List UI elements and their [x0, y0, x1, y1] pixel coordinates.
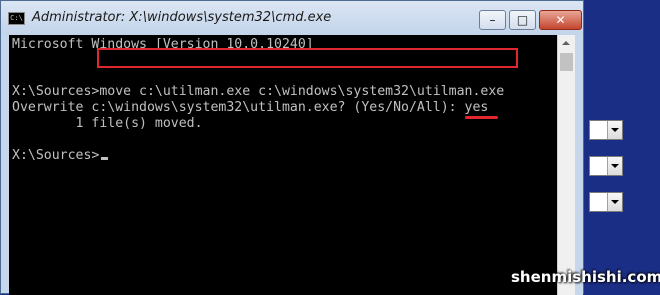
console-line: Overwrite c:\windows\system32\utilman.ex… [12, 100, 489, 115]
minimize-button[interactable]: – [479, 10, 506, 30]
vertical-scrollbar[interactable] [557, 35, 575, 295]
command-highlight-box [97, 48, 518, 68]
title-bar[interactable]: C:\ Administrator: X:\windows\system32\c… [1, 1, 583, 35]
console-output[interactable]: Microsoft Windows [Version 10.0.10240] X… [9, 35, 557, 295]
dropdown-select[interactable] [589, 120, 623, 140]
text-cursor [101, 157, 108, 160]
dropdown-select[interactable] [589, 156, 623, 176]
watermark-text: shenmishishi.com [511, 268, 660, 286]
console-line: X:\Sources> [12, 148, 100, 163]
chevron-down-icon[interactable] [607, 193, 622, 211]
window-frame [575, 35, 583, 295]
window-title: Administrator: X:\windows\system32\cmd.e… [32, 10, 332, 25]
maximize-button[interactable]: □ [509, 10, 536, 30]
answer-underline [465, 116, 498, 119]
chevron-down-icon[interactable] [607, 121, 622, 139]
scroll-up-icon[interactable] [558, 35, 575, 52]
scrollbar-thumb[interactable] [560, 53, 573, 71]
dropdown-select[interactable] [589, 192, 623, 212]
cmd-window: C:\ Administrator: X:\windows\system32\c… [0, 0, 584, 295]
console-line: 1 file(s) moved. [12, 116, 203, 131]
cmd-icon: C:\ [8, 12, 25, 25]
chevron-down-icon[interactable] [607, 157, 622, 175]
close-button[interactable]: ✕ [539, 10, 582, 30]
console-line: X:\Sources>move c:\utilman.exe c:\window… [12, 84, 505, 99]
